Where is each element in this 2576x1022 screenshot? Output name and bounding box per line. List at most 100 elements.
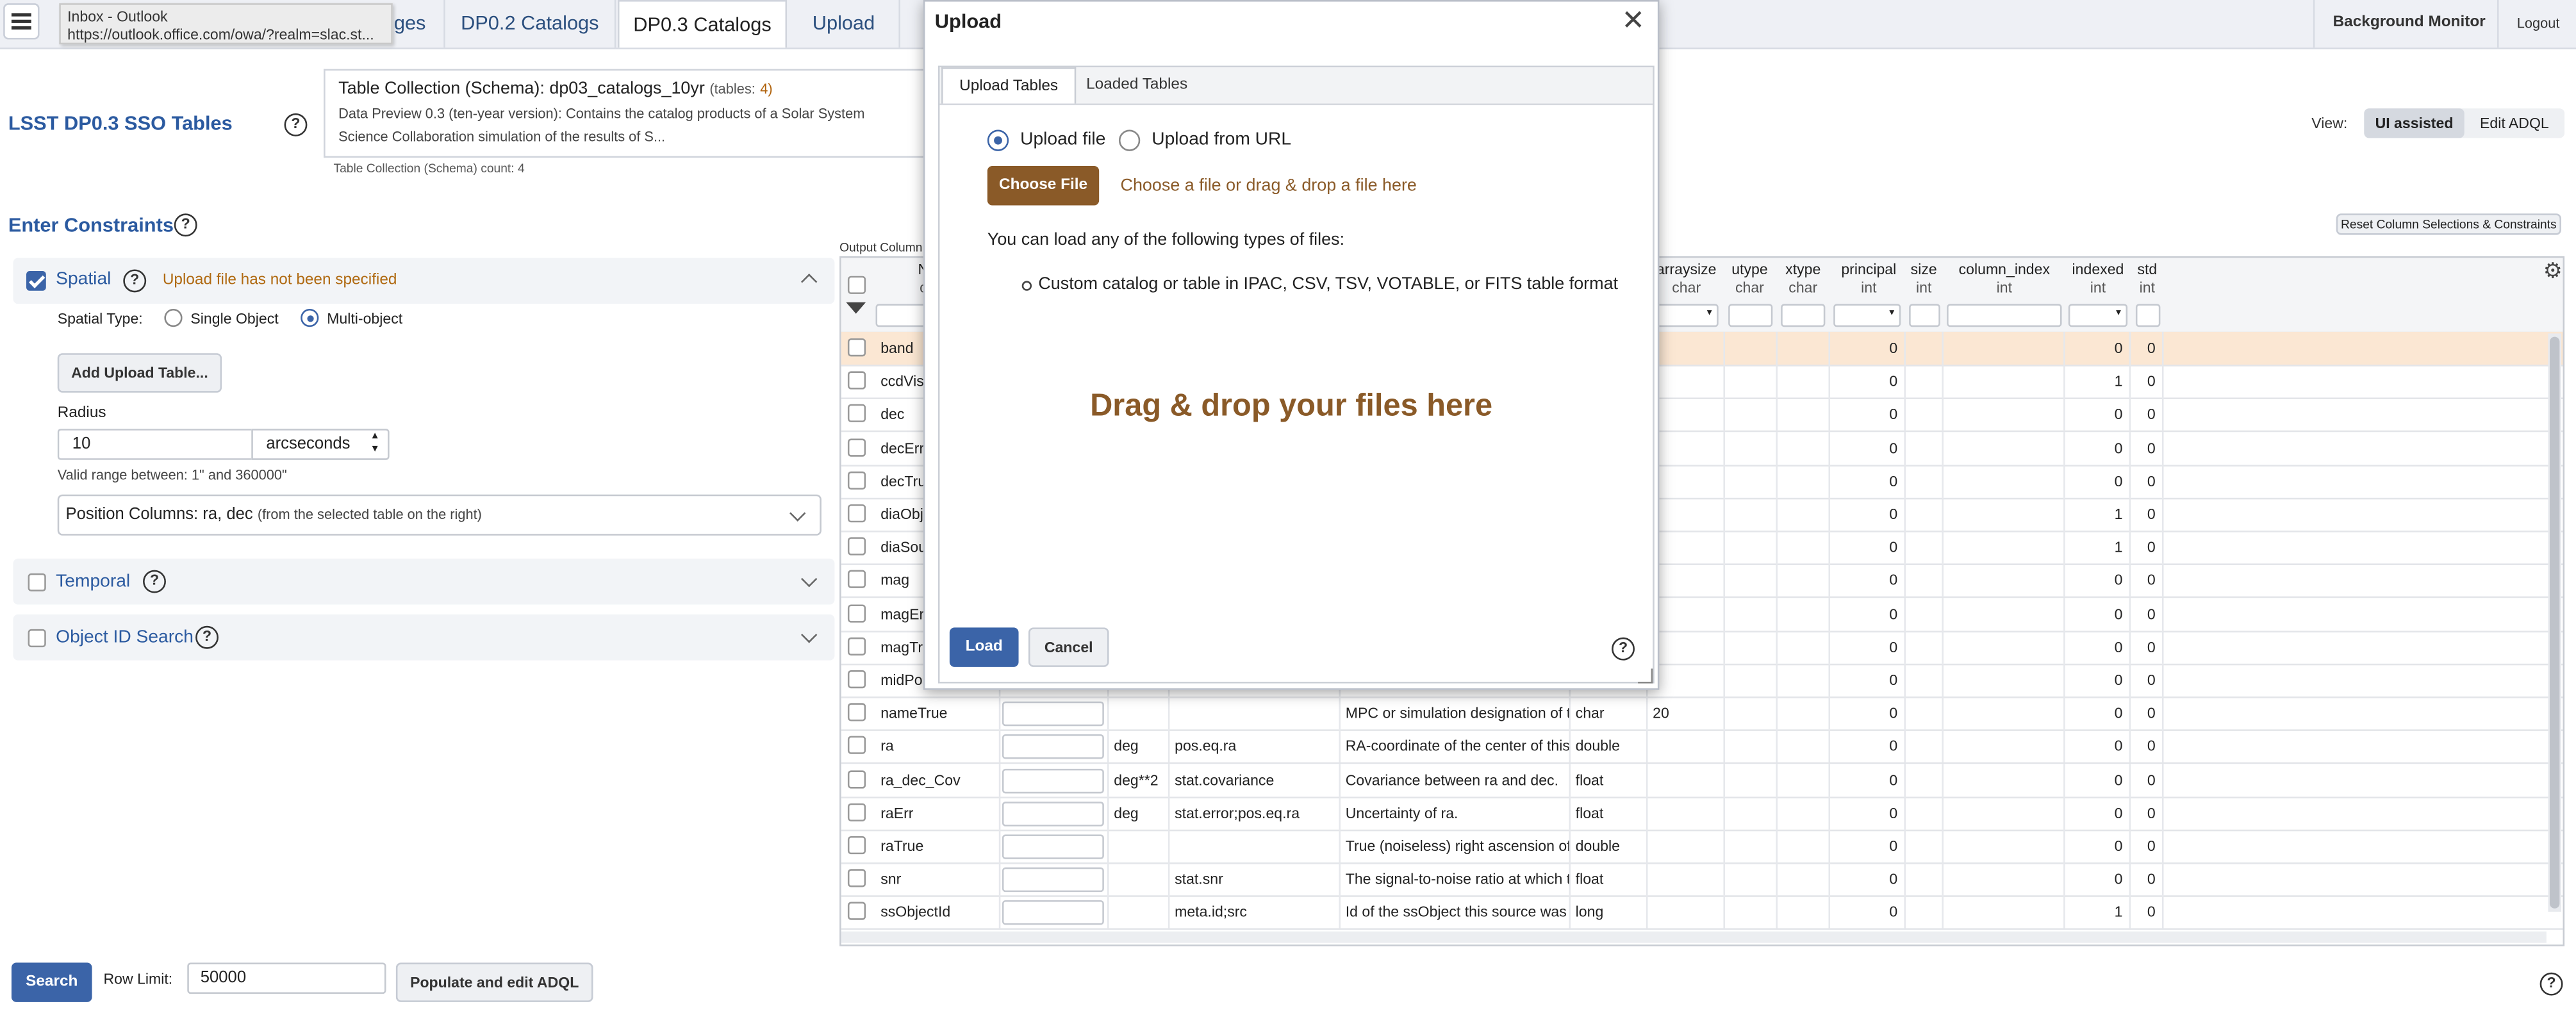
row-checkbox[interactable] xyxy=(847,770,866,788)
constraint-input[interactable] xyxy=(1002,900,1104,926)
temporal-checkbox[interactable] xyxy=(28,573,46,591)
help-icon[interactable]: ? xyxy=(1612,637,1635,661)
cancel-button[interactable]: Cancel xyxy=(1028,627,1109,667)
help-icon[interactable]: ? xyxy=(195,625,219,649)
row-checkbox[interactable] xyxy=(847,438,866,456)
constraint-input[interactable] xyxy=(1002,868,1104,893)
upload-url-radio[interactable] xyxy=(1118,129,1141,151)
filter-indexed[interactable]: ▾ xyxy=(2068,304,2128,327)
object-id-section[interactable]: Object ID Search ? xyxy=(13,614,835,661)
row-checkbox[interactable] xyxy=(847,471,866,490)
header-principal[interactable]: principal int xyxy=(1832,261,1906,297)
drag-drop-zone[interactable]: Drag & drop your files here xyxy=(925,390,1657,425)
filter-arraysize[interactable]: ▾ xyxy=(1649,304,1719,327)
multi-object-radio[interactable] xyxy=(301,308,319,327)
header-arraysize[interactable]: arraysize char xyxy=(1649,261,1723,297)
single-object-radio[interactable] xyxy=(164,308,183,327)
filter-principal[interactable]: ▾ xyxy=(1833,304,1901,327)
table-row[interactable]: snr stat.snr The signal-to-noise ratio at … xyxy=(841,862,2563,898)
position-columns-select[interactable]: Position Columns: ra, dec (from the sele… xyxy=(57,494,822,536)
spatial-section[interactable]: Spatial ? Upload file has not been speci… xyxy=(13,258,835,304)
row-checkbox[interactable] xyxy=(847,504,866,523)
row-checkbox[interactable] xyxy=(847,902,866,921)
tab-upload[interactable]: Upload xyxy=(789,0,900,48)
row-checkbox[interactable] xyxy=(847,836,866,855)
row-checkbox[interactable] xyxy=(847,604,866,622)
close-icon[interactable]: ✕ xyxy=(1621,5,1645,38)
filter-column-index[interactable] xyxy=(1947,304,2062,327)
row-checkbox[interactable] xyxy=(847,371,866,390)
view-edit-adql[interactable]: Edit ADQL xyxy=(2465,108,2564,138)
background-monitor-link[interactable]: Background Monitor xyxy=(2333,13,2486,31)
header-indexed[interactable]: indexed int xyxy=(2067,261,2129,297)
help-icon[interactable]: ? xyxy=(174,213,197,237)
filter-std[interactable] xyxy=(2135,304,2161,327)
tab-dp03-catalogs[interactable]: DP0.3 Catalogs xyxy=(617,0,788,48)
table-row[interactable]: ra_dec_Cov deg**2 stat.covariance Covarianc… xyxy=(841,763,2563,798)
help-icon[interactable]: ? xyxy=(284,113,308,136)
table-row[interactable]: ra deg pos.eq.ra RA-coordinate of the cente… xyxy=(841,730,2563,765)
vertical-scrollbar[interactable] xyxy=(2548,333,2561,912)
load-button[interactable]: Load xyxy=(949,627,1019,667)
row-checkbox[interactable] xyxy=(847,570,866,589)
constraint-input[interactable] xyxy=(1002,735,1104,760)
view-ui-assisted[interactable]: UI assisted xyxy=(2364,108,2465,138)
chevron-down-icon[interactable] xyxy=(800,627,818,643)
row-checkbox[interactable] xyxy=(847,869,866,887)
help-icon[interactable]: ? xyxy=(143,570,166,593)
radius-unit-select[interactable]: arcseconds ▴ ▾ xyxy=(251,429,390,460)
object-id-checkbox[interactable] xyxy=(28,629,46,648)
constraint-input[interactable] xyxy=(1002,834,1104,859)
table-row[interactable]: raTrue True (noiseless) right ascension o… xyxy=(841,829,2563,864)
row-checkbox[interactable] xyxy=(847,637,866,655)
filter-size[interactable] xyxy=(1909,304,1940,327)
header-xtype[interactable]: xtype char xyxy=(1778,261,1828,297)
reset-button[interactable]: Reset Column Selections & Constraints xyxy=(2336,213,2561,235)
logout-link[interactable]: Logout xyxy=(2517,15,2560,31)
spatial-checkbox[interactable] xyxy=(26,271,46,291)
header-utype[interactable]: utype char xyxy=(1725,261,1774,297)
collection-box[interactable]: Table Collection (Schema): dp03_catalogs… xyxy=(324,69,950,158)
filter-xtype[interactable] xyxy=(1781,304,1826,327)
populate-adql-button[interactable]: Populate and edit ADQL xyxy=(395,962,593,1002)
help-icon[interactable]: ? xyxy=(2539,972,2563,996)
scrollbar-thumb[interactable] xyxy=(2550,336,2560,909)
tab-loaded-tables[interactable]: Loaded Tables xyxy=(1079,67,1194,103)
horizontal-scrollbar[interactable] xyxy=(841,931,2547,943)
chevron-down-icon[interactable] xyxy=(800,571,818,588)
add-upload-table-button[interactable]: Add Upload Table... xyxy=(57,353,222,393)
table-row[interactable]: raErr deg stat.error;pos.eq.ra Uncertainty … xyxy=(841,796,2563,831)
gear-icon[interactable]: ⚙ xyxy=(2543,258,2563,284)
constraint-input[interactable] xyxy=(1002,801,1104,827)
filter-icon[interactable] xyxy=(846,302,866,314)
row-checkbox[interactable] xyxy=(847,803,866,821)
select-all-checkbox[interactable] xyxy=(847,276,866,294)
row-checkbox[interactable] xyxy=(847,338,866,357)
search-button[interactable]: Search xyxy=(11,962,92,1002)
choose-file-hint[interactable]: Choose a file or drag & drop a file here xyxy=(1121,176,1417,195)
temporal-section[interactable]: Temporal ? xyxy=(13,558,835,605)
constraint-input[interactable] xyxy=(1002,768,1104,793)
upload-file-radio[interactable] xyxy=(987,129,1009,151)
row-limit-input[interactable]: 50000 xyxy=(187,962,386,994)
row-checkbox[interactable] xyxy=(847,736,866,755)
tab-upload-tables[interactable]: Upload Tables xyxy=(941,67,1077,104)
header-std[interactable]: std int xyxy=(2133,261,2162,297)
row-checkbox[interactable] xyxy=(847,703,866,721)
header-size[interactable]: size int xyxy=(1906,261,1942,297)
table-row[interactable]: ssObjectId meta.id;src Id of the ssObject … xyxy=(841,896,2563,931)
resize-handle[interactable] xyxy=(1638,668,1653,684)
constraint-input[interactable] xyxy=(1002,702,1104,727)
row-checkbox[interactable] xyxy=(847,404,866,423)
menu-icon[interactable] xyxy=(3,3,40,40)
choose-file-button[interactable]: Choose File xyxy=(987,165,1100,206)
filter-utype[interactable] xyxy=(1728,304,1773,327)
chevron-up-icon[interactable] xyxy=(800,274,818,290)
help-icon[interactable]: ? xyxy=(123,269,147,293)
table-row[interactable]: nameTrue MPC or simulation designation of… xyxy=(841,696,2563,732)
tab-dp02-catalogs[interactable]: DP0.2 Catalogs xyxy=(445,0,616,48)
radius-input[interactable]: 10 xyxy=(57,429,252,460)
header-column-index[interactable]: column_index int xyxy=(1945,261,2064,297)
row-checkbox[interactable] xyxy=(847,537,866,556)
row-checkbox[interactable] xyxy=(847,670,866,689)
